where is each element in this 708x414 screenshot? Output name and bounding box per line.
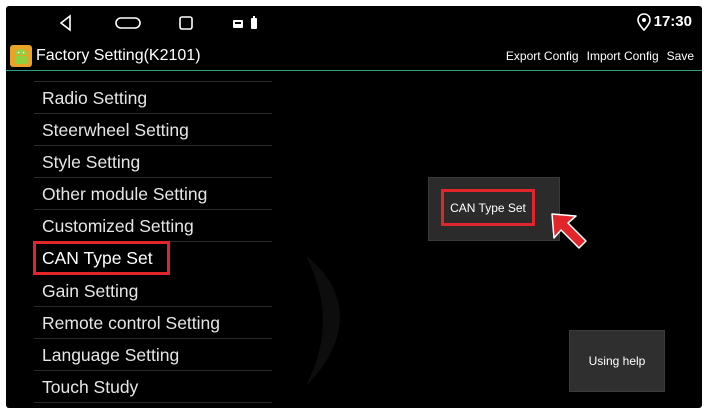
device-screen: 17:30 Factory Setting(K2101) Export Conf… bbox=[6, 6, 702, 408]
home-icon[interactable] bbox=[114, 13, 142, 33]
menu-item-touch-study[interactable]: Touch Study bbox=[34, 371, 272, 403]
can-type-set-button[interactable]: CAN Type Set bbox=[441, 189, 535, 226]
menu-item-steerwheel-setting[interactable]: Steerwheel Setting bbox=[34, 114, 272, 146]
page-title: Factory Setting(K2101) bbox=[36, 47, 201, 64]
media-icon bbox=[233, 16, 257, 29]
menu-item-gain-setting[interactable]: Gain Setting bbox=[34, 275, 272, 307]
menu-item-style-setting[interactable]: Style Setting bbox=[34, 146, 272, 178]
menu-item-radio-setting[interactable]: Radio Setting bbox=[34, 82, 272, 114]
menu-item-remote-control-setting[interactable]: Remote control Setting bbox=[34, 307, 272, 339]
menu-item-language-setting[interactable]: Language Setting bbox=[34, 339, 272, 371]
title-actions: Export Config Import Config Save bbox=[506, 47, 694, 65]
can-type-panel: CAN Type Set bbox=[428, 177, 560, 241]
export-config-button[interactable]: Export Config bbox=[506, 47, 579, 65]
location-icon bbox=[637, 13, 651, 31]
import-config-button[interactable]: Import Config bbox=[587, 47, 659, 65]
back-icon[interactable] bbox=[56, 13, 76, 33]
title-bar: Factory Setting(K2101) Export Config Imp… bbox=[6, 42, 702, 71]
menu-item-other-module-setting[interactable]: Other module Setting bbox=[34, 178, 272, 210]
menu-item-partial[interactable] bbox=[34, 72, 272, 82]
menu-item-customized-setting[interactable]: Customized Setting bbox=[34, 210, 272, 242]
clock: 17:30 bbox=[653, 13, 692, 30]
recent-apps-icon[interactable] bbox=[176, 13, 196, 33]
watermark-logo bbox=[306, 256, 340, 386]
red-pointer-arrow-icon bbox=[551, 213, 587, 249]
settings-menu: Radio Setting Steerwheel Setting Style S… bbox=[33, 72, 272, 408]
android-app-icon bbox=[10, 45, 32, 67]
status-bar: 17:30 bbox=[6, 6, 702, 40]
save-button[interactable]: Save bbox=[667, 47, 694, 65]
menu-item-can-type-set[interactable]: CAN Type Set bbox=[33, 241, 170, 275]
using-help-button[interactable]: Using help bbox=[569, 330, 665, 392]
